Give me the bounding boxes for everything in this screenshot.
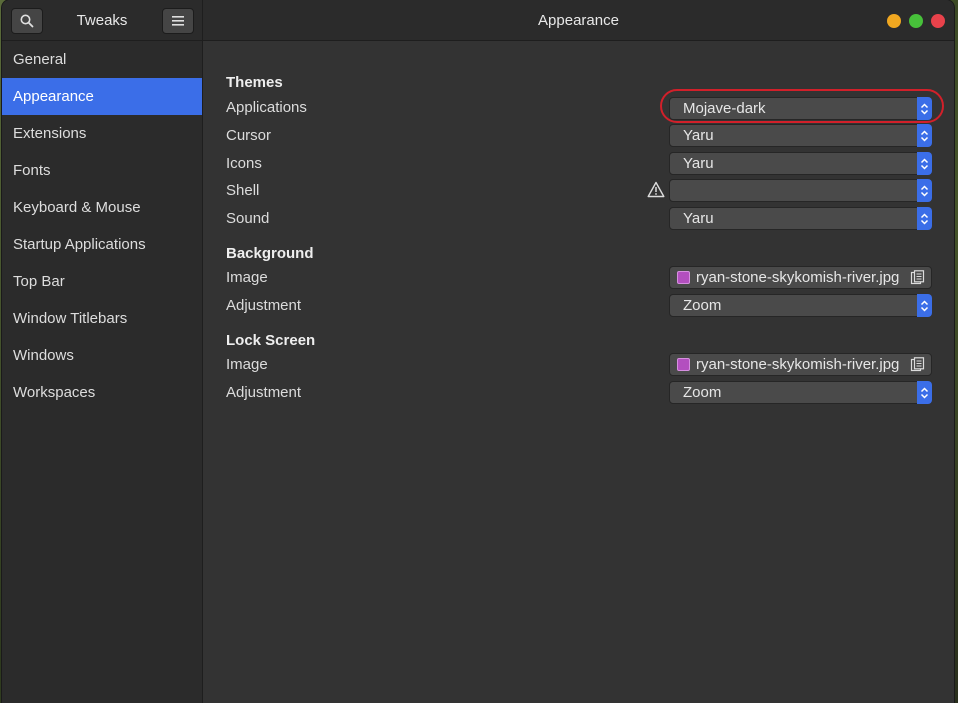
minimize-button[interactable] bbox=[887, 14, 901, 28]
menu-button[interactable] bbox=[162, 8, 194, 34]
background-image-value: ryan-stone-skykomish-river.jpg bbox=[696, 269, 900, 286]
open-document-icon bbox=[910, 357, 925, 372]
sidebar-item-general[interactable]: General bbox=[2, 41, 202, 78]
applications-theme-select[interactable]: Mojave-dark bbox=[669, 97, 932, 120]
sidebar-item-windows[interactable]: Windows bbox=[2, 337, 202, 374]
updown-arrows-icon bbox=[917, 294, 932, 317]
icons-theme-select[interactable]: Yaru bbox=[669, 152, 932, 175]
sidebar-item-top-bar[interactable]: Top Bar bbox=[2, 263, 202, 300]
applications-label: Applications bbox=[226, 99, 307, 116]
image-file-icon bbox=[677, 271, 690, 284]
lock-screen-image-value: ryan-stone-skykomish-river.jpg bbox=[696, 356, 900, 373]
lock-screen-adjustment-select[interactable]: Zoom bbox=[669, 381, 932, 404]
hamburger-icon bbox=[172, 16, 184, 26]
cursor-theme-select[interactable]: Yaru bbox=[669, 124, 932, 147]
sidebar-item-appearance[interactable]: Appearance bbox=[2, 78, 202, 115]
updown-arrows-icon bbox=[917, 124, 932, 147]
appearance-panel: Themes Applications Mojave-dark Cursor Y… bbox=[204, 41, 954, 703]
updown-arrows-icon bbox=[917, 381, 932, 404]
maximize-button[interactable] bbox=[909, 14, 923, 28]
background-image-chooser[interactable]: ryan-stone-skykomish-river.jpg bbox=[669, 266, 932, 289]
updown-arrows-icon bbox=[917, 207, 932, 230]
background-adjustment-select[interactable]: Zoom bbox=[669, 294, 932, 317]
search-icon bbox=[20, 14, 34, 28]
sound-theme-select[interactable]: Yaru bbox=[669, 207, 932, 230]
sidebar-item-workspaces[interactable]: Workspaces bbox=[2, 374, 202, 411]
image-file-icon bbox=[677, 358, 690, 371]
open-document-icon bbox=[910, 270, 925, 285]
sidebar: General Appearance Extensions Fonts Keyb… bbox=[2, 41, 203, 703]
background-adjustment-value: Zoom bbox=[683, 297, 722, 314]
lock-screen-heading: Lock Screen bbox=[226, 332, 316, 349]
shell-theme-select[interactable] bbox=[669, 179, 932, 202]
icons-theme-value: Yaru bbox=[683, 155, 714, 172]
icons-label: Icons bbox=[226, 155, 262, 172]
sound-label: Sound bbox=[226, 210, 270, 227]
warning-icon bbox=[647, 181, 665, 198]
app-title: Tweaks bbox=[76, 12, 128, 29]
sidebar-item-startup-applications[interactable]: Startup Applications bbox=[2, 226, 202, 263]
page-title: Appearance bbox=[538, 12, 619, 29]
sound-theme-value: Yaru bbox=[683, 210, 714, 227]
lock-screen-adjustment-value: Zoom bbox=[683, 384, 722, 401]
tweaks-window: Tweaks Appearance General Appearance Ext… bbox=[2, 0, 954, 703]
applications-theme-value: Mojave-dark bbox=[683, 100, 766, 117]
search-button[interactable] bbox=[11, 8, 43, 34]
themes-heading: Themes bbox=[226, 74, 283, 91]
background-adjustment-label: Adjustment bbox=[226, 297, 302, 314]
sidebar-header: Tweaks bbox=[2, 0, 203, 41]
cursor-theme-value: Yaru bbox=[683, 127, 714, 144]
lock-screen-image-label: Image bbox=[226, 356, 268, 373]
updown-arrows-icon bbox=[917, 97, 932, 120]
cursor-label: Cursor bbox=[226, 127, 272, 144]
close-button[interactable] bbox=[931, 14, 945, 28]
sidebar-item-extensions[interactable]: Extensions bbox=[2, 115, 202, 152]
header-bar: Tweaks Appearance bbox=[2, 0, 954, 41]
sidebar-item-fonts[interactable]: Fonts bbox=[2, 152, 202, 189]
updown-arrows-icon bbox=[917, 152, 932, 175]
lock-screen-image-chooser[interactable]: ryan-stone-skykomish-river.jpg bbox=[669, 353, 932, 376]
updown-arrows-icon bbox=[917, 179, 932, 202]
sidebar-item-window-titlebars[interactable]: Window Titlebars bbox=[2, 300, 202, 337]
background-image-label: Image bbox=[226, 269, 268, 286]
lock-screen-adjustment-label: Adjustment bbox=[226, 384, 302, 401]
sidebar-item-keyboard-mouse[interactable]: Keyboard & Mouse bbox=[2, 189, 202, 226]
shell-label: Shell bbox=[226, 182, 260, 199]
background-heading: Background bbox=[226, 245, 314, 262]
